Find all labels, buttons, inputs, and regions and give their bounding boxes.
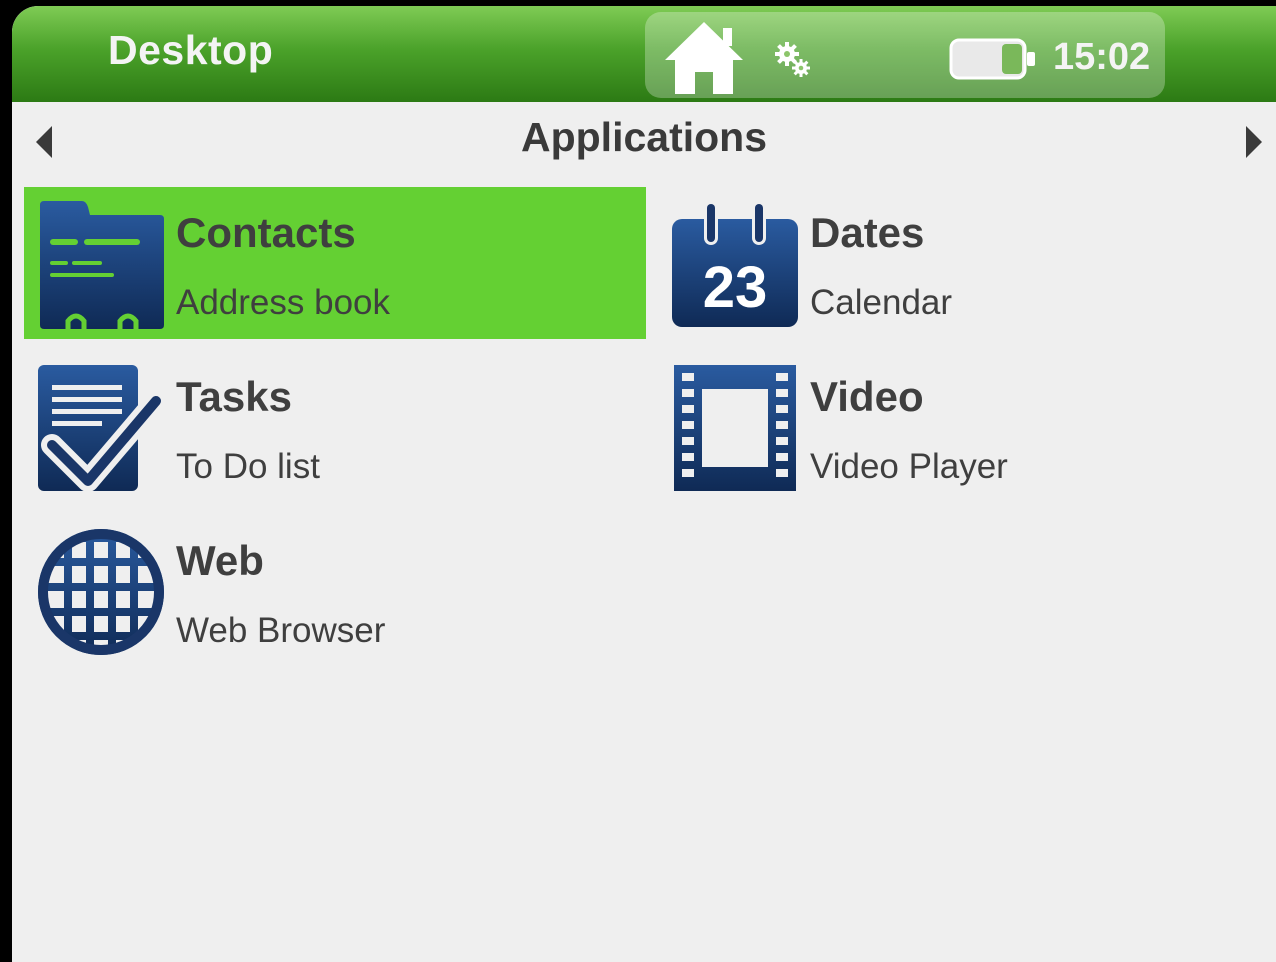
- tasks-icon: [36, 363, 167, 493]
- app-tile-web[interactable]: Web Web Browser: [24, 515, 646, 667]
- app-description: Web Browser: [176, 611, 386, 650]
- contacts-icon: [36, 199, 166, 329]
- desktop-title: Desktop: [108, 27, 274, 73]
- status-panel: 15:02: [645, 12, 1165, 98]
- app-description: To Do list: [176, 447, 320, 486]
- home-icon: [665, 22, 743, 94]
- globe-icon: [36, 527, 166, 657]
- app-tile-contacts[interactable]: Contacts Address book: [24, 187, 646, 339]
- app-name: Tasks: [176, 373, 292, 420]
- device-screen: Desktop 15:02 Applications Contacts Addr…: [12, 6, 1276, 962]
- page-navigation: Applications: [12, 102, 1276, 186]
- app-tile-video[interactable]: Video Video Player: [658, 351, 1276, 503]
- battery-indicator: [949, 38, 1035, 80]
- clock: 15:02: [1053, 36, 1151, 78]
- app-name: Video: [810, 373, 924, 420]
- page-heading: Applications: [520, 114, 768, 160]
- calendar-icon: 23: [670, 199, 800, 329]
- app-name: Dates: [810, 209, 925, 256]
- app-description: Address book: [176, 283, 391, 322]
- film-icon: [670, 363, 800, 493]
- app-tile-tasks[interactable]: Tasks To Do list: [24, 351, 646, 503]
- battery-icon: [949, 38, 1035, 80]
- arrow-right-icon: [1246, 126, 1262, 158]
- settings-button[interactable]: [773, 40, 813, 80]
- calendar-date-text: 23: [703, 255, 768, 320]
- top-bar: Desktop 15:02: [12, 6, 1276, 102]
- gear-icon: [775, 42, 810, 77]
- app-tile-dates[interactable]: 23 Dates Calendar: [658, 187, 1276, 339]
- next-page-button[interactable]: [1242, 124, 1266, 160]
- app-name: Contacts: [176, 209, 356, 256]
- home-button[interactable]: [663, 20, 745, 96]
- app-description: Video Player: [810, 447, 1008, 486]
- app-description: Calendar: [810, 283, 953, 322]
- app-name: Web: [176, 537, 264, 584]
